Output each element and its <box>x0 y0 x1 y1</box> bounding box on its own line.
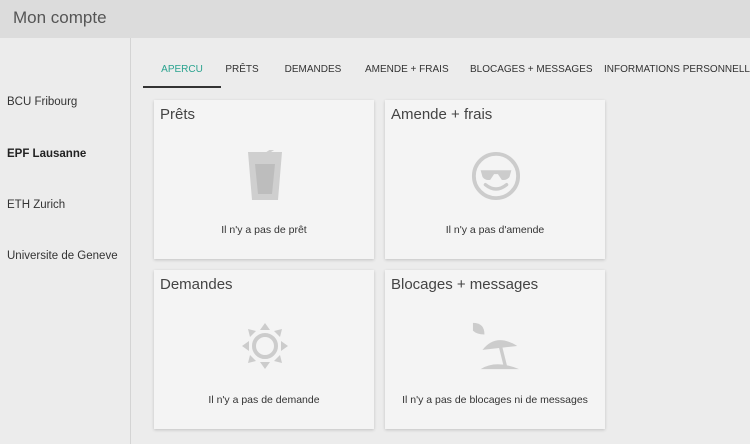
card-prets[interactable]: Prêts Il n'y a pas de prêt <box>154 100 374 259</box>
page-title: Mon compte <box>13 8 107 27</box>
card-message: Il n'y a pas de blocages ni de messages <box>402 394 588 406</box>
card-title: Demandes <box>160 276 233 293</box>
tab-amende-frais[interactable]: AMENDE + FRAIS <box>365 52 449 88</box>
tab-informations-personnelles[interactable]: INFORMATIONS PERSONNELLES <box>604 52 750 88</box>
card-title: Blocages + messages <box>391 276 539 293</box>
header-bar: Mon compte <box>0 0 750 38</box>
tab-bar: APERCU PRÊTS DEMANDES AMENDE + FRAIS BLO… <box>143 52 750 88</box>
sidebar-item-bcu-fribourg[interactable]: BCU Fribourg <box>7 96 77 108</box>
card-message: Il n'y a pas de prêt <box>221 224 307 236</box>
sunglasses-face-icon <box>471 148 521 204</box>
sun-icon <box>240 318 290 374</box>
tab-demandes[interactable]: DEMANDES <box>283 52 343 88</box>
card-title: Amende + frais <box>391 106 493 123</box>
card-message: Il n'y a pas de demande <box>208 394 320 406</box>
sidebar-item-eth-zurich[interactable]: ETH Zurich <box>7 199 65 211</box>
card-demandes[interactable]: Demandes Il n'y a pas de demande <box>154 270 374 429</box>
beach-umbrella-icon <box>471 318 521 374</box>
sidebar-item-universite-de-geneve[interactable]: Universite de Geneve <box>7 250 118 262</box>
tab-blocages-messages[interactable]: BLOCAGES + MESSAGES <box>470 52 593 88</box>
glass-icon <box>240 148 290 204</box>
card-blocages-messages[interactable]: Blocages + messages Il n'y a pas de bloc… <box>385 270 605 429</box>
tab-prets[interactable]: PRÊTS <box>221 52 263 88</box>
card-amende-frais[interactable]: Amende + frais Il n'y a pas d'amende <box>385 100 605 259</box>
card-message: Il n'y a pas d'amende <box>445 224 545 236</box>
card-title: Prêts <box>160 106 196 123</box>
tab-apercu[interactable]: APERCU <box>143 52 221 88</box>
sidebar: BCU Fribourg EPF Lausanne ETH Zurich Uni… <box>0 38 131 444</box>
sidebar-item-epf-lausanne[interactable]: EPF Lausanne <box>7 148 86 160</box>
